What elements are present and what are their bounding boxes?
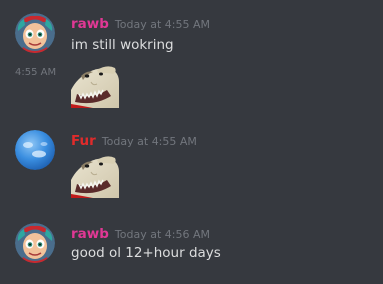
- cartoon-character-avatar-icon: [15, 223, 55, 263]
- timestamp: Today at 4:55 AM: [114, 18, 210, 31]
- hover-timestamp: 4:55 AM: [15, 67, 57, 78]
- message-header: rawb Today at 4:56 AM: [71, 223, 210, 243]
- avatar[interactable]: [15, 13, 55, 53]
- cartoon-character-avatar-icon: [15, 13, 55, 53]
- message-text: good ol 12+hour days: [71, 245, 221, 261]
- avatar[interactable]: [15, 130, 55, 170]
- timestamp: Today at 4:56 AM: [114, 228, 210, 241]
- emote-image[interactable]: [71, 150, 119, 198]
- timestamp: Today at 4:55 AM: [101, 135, 197, 148]
- message-header: rawb Today at 4:55 AM: [71, 13, 210, 33]
- message-text: im still wokring: [71, 37, 174, 53]
- message-header: Fur Today at 4:55 AM: [71, 130, 197, 150]
- opossum-emote-icon: [71, 60, 119, 108]
- chat-messages: rawb Today at 4:55 AM im still wokring 4:…: [0, 0, 383, 284]
- username[interactable]: Fur: [71, 133, 96, 149]
- blue-sky-avatar-icon: [15, 130, 55, 170]
- username[interactable]: rawb: [71, 226, 109, 242]
- opossum-emote-icon: [71, 150, 119, 198]
- emote-image[interactable]: [71, 60, 119, 108]
- avatar[interactable]: [15, 223, 55, 263]
- username[interactable]: rawb: [71, 16, 109, 32]
